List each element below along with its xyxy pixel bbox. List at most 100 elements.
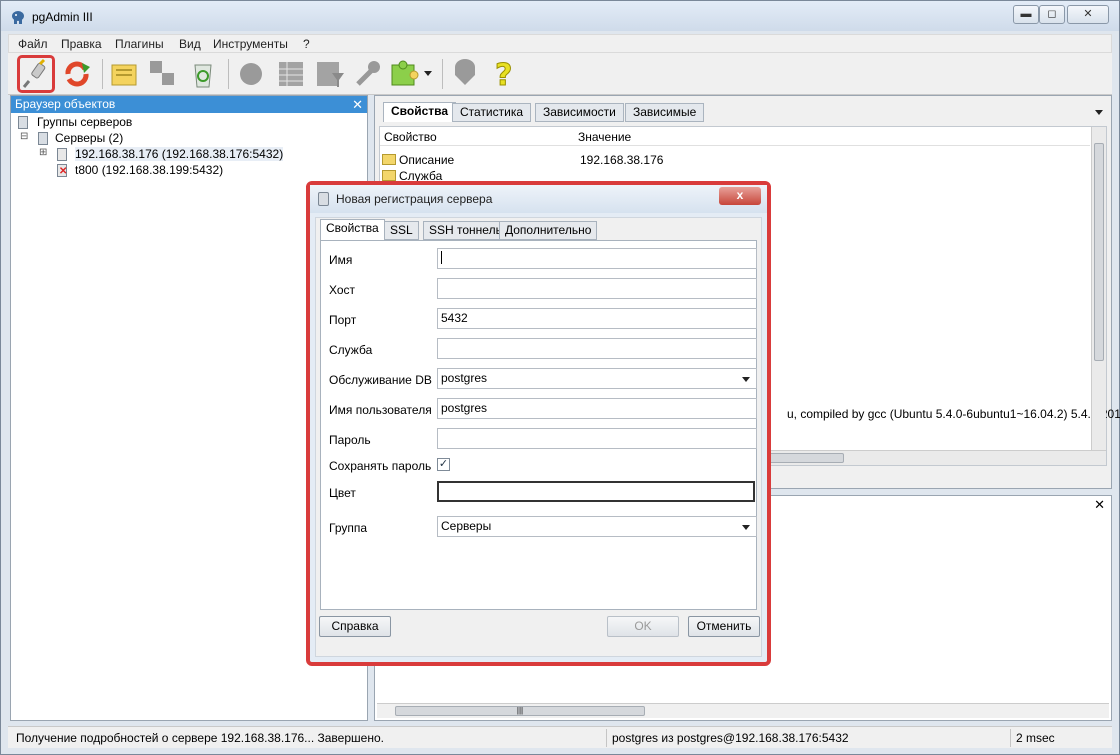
- recycle-bin-icon: [194, 64, 212, 88]
- tree-server-2[interactable]: t800 (192.168.38.199:5432): [75, 163, 223, 177]
- color-picker[interactable]: [437, 481, 755, 502]
- save-password-label: Сохранять пароль: [329, 459, 432, 473]
- version-text: u, compiled by gcc (Ubuntu 5.4.0-6ubuntu…: [787, 407, 1120, 421]
- server-disconnected-icon: ✕: [57, 164, 68, 177]
- refresh-button[interactable]: [60, 57, 94, 91]
- object-browser-title: Браузер объектов: [15, 97, 116, 111]
- maintenance-db-select[interactable]: postgres: [437, 368, 757, 389]
- horizontal-scrollbar[interactable]: |||: [377, 703, 1109, 718]
- ok-button[interactable]: OK: [607, 616, 679, 637]
- tab-dependencies[interactable]: Зависимости: [535, 103, 624, 122]
- add-server-button[interactable]: [17, 55, 55, 93]
- chevron-down-icon[interactable]: [424, 71, 432, 76]
- chevron-down-icon: [742, 525, 750, 530]
- menu-help[interactable]: ?: [303, 37, 310, 51]
- dialog-tab-advanced[interactable]: Дополнительно: [499, 221, 598, 240]
- status-bar: Получение подробностей о сервере 192.168…: [8, 726, 1112, 748]
- vertical-scrollbar[interactable]: [1091, 127, 1106, 453]
- dialog-title-bar: Новая регистрация сервера x: [310, 185, 767, 213]
- guru-hint-button[interactable]: [448, 57, 482, 91]
- tree-collapse-icon[interactable]: ⊟: [20, 131, 28, 142]
- port-label: Порт: [329, 313, 357, 327]
- port-input[interactable]: 5432: [437, 308, 757, 329]
- table-icon: [279, 62, 303, 86]
- scroll-thumb[interactable]: |||: [395, 706, 645, 716]
- server-icon: [318, 192, 329, 206]
- svg-text:?: ?: [495, 58, 512, 91]
- dialog-tab-ssl[interactable]: SSL: [384, 221, 419, 240]
- dialog-tab-ssh[interactable]: SSH тоннель: [423, 221, 508, 240]
- dialog-tab-properties[interactable]: Свойства: [320, 219, 385, 240]
- service-input[interactable]: [437, 338, 757, 359]
- menu-plugins[interactable]: Плагины: [115, 37, 164, 51]
- column-property[interactable]: Свойство: [384, 130, 437, 144]
- filtered-data-button[interactable]: [312, 57, 346, 91]
- menu-edit[interactable]: Правка: [61, 37, 102, 51]
- drop-object-button[interactable]: [186, 57, 220, 91]
- username-input[interactable]: postgres: [437, 398, 757, 419]
- puzzle-icon: [391, 60, 419, 86]
- group-select[interactable]: Серверы: [437, 516, 757, 537]
- plugins-button[interactable]: [388, 57, 432, 91]
- status-message: Получение подробностей о сервере 192.168…: [16, 731, 384, 745]
- guru-icon: [455, 59, 475, 85]
- server-connected-icon: [57, 148, 67, 161]
- save-password-checkbox[interactable]: ✓: [437, 458, 450, 471]
- name-input[interactable]: [437, 248, 757, 269]
- menu-tools[interactable]: Инструменты: [213, 37, 288, 51]
- plug-icon: [22, 58, 46, 88]
- maintenance-db-value: postgres: [441, 371, 488, 385]
- maximize-button[interactable]: ◻: [1039, 5, 1065, 24]
- dialog-title: Новая регистрация сервера: [336, 192, 493, 206]
- minimize-button[interactable]: ▬: [1013, 5, 1039, 24]
- tab-dependents[interactable]: Зависимые: [625, 103, 705, 122]
- column-value[interactable]: Значение: [578, 130, 631, 144]
- help-button[interactable]: ?: [486, 57, 520, 94]
- text-caret: [441, 251, 442, 264]
- row-name: Описание: [399, 153, 455, 167]
- maintenance-db-label: Обслуживание DB: [329, 373, 432, 387]
- object-browser-header: Браузер объектов ✕: [11, 96, 367, 113]
- dialog-tab-page: Имя Хост Порт 5432 Служба Обслуживание D…: [320, 240, 757, 610]
- close-window-button[interactable]: ✕: [1067, 5, 1109, 24]
- filtered-table-icon: [317, 62, 344, 87]
- grid-header: Свойство Значение: [380, 127, 1090, 146]
- chevron-down-icon: [742, 377, 750, 382]
- close-icon[interactable]: ✕: [352, 96, 363, 113]
- properties-button[interactable]: [108, 57, 142, 91]
- grid-row[interactable]: Описание: [382, 153, 454, 167]
- menu-file[interactable]: Файл: [18, 37, 48, 51]
- folder-properties-icon: [111, 64, 137, 86]
- maintenance-button[interactable]: [350, 57, 384, 91]
- sql-icon: [240, 63, 262, 85]
- menu-view[interactable]: Вид: [179, 37, 201, 51]
- refresh-icon: [65, 61, 90, 87]
- dialog-close-button[interactable]: x: [719, 187, 761, 205]
- password-label: Пароль: [329, 433, 371, 447]
- dialog-body: Свойства SSL SSH тоннель Дополнительно И…: [315, 217, 762, 657]
- create-object-button[interactable]: [146, 57, 180, 91]
- tree-server-groups[interactable]: Группы серверов: [37, 115, 132, 129]
- new-server-registration-dialog: Новая регистрация сервера x Свойства SSL…: [306, 181, 771, 666]
- create-object-icon: [150, 61, 174, 85]
- close-icon[interactable]: ✕: [1094, 497, 1105, 513]
- wrench-icon: [356, 61, 380, 86]
- status-time: 2 msec: [1016, 731, 1055, 745]
- pgadmin-elephant-icon: [12, 11, 24, 24]
- sql-button[interactable]: [234, 57, 268, 91]
- toolbar: ?: [8, 53, 1112, 95]
- tree-expand-icon[interactable]: ⊞: [39, 147, 47, 158]
- view-data-button[interactable]: [274, 57, 308, 91]
- cancel-button[interactable]: Отменить: [688, 616, 760, 637]
- password-input[interactable]: [437, 428, 757, 449]
- tabs-menu-icon[interactable]: [1095, 110, 1103, 115]
- scroll-thumb[interactable]: [1094, 143, 1104, 361]
- menu-bar: Файл Правка Плагины Вид Инструменты ?: [8, 34, 1112, 53]
- tab-statistics[interactable]: Статистика: [452, 103, 532, 122]
- tab-properties[interactable]: Свойства: [383, 102, 457, 122]
- tree-servers[interactable]: Серверы (2): [55, 131, 123, 145]
- tree-server-1[interactable]: 192.168.38.176 (192.168.38.176:5432): [75, 147, 284, 161]
- host-label: Хост: [329, 283, 356, 297]
- help-button[interactable]: Справка: [319, 616, 391, 637]
- host-input[interactable]: [437, 278, 757, 299]
